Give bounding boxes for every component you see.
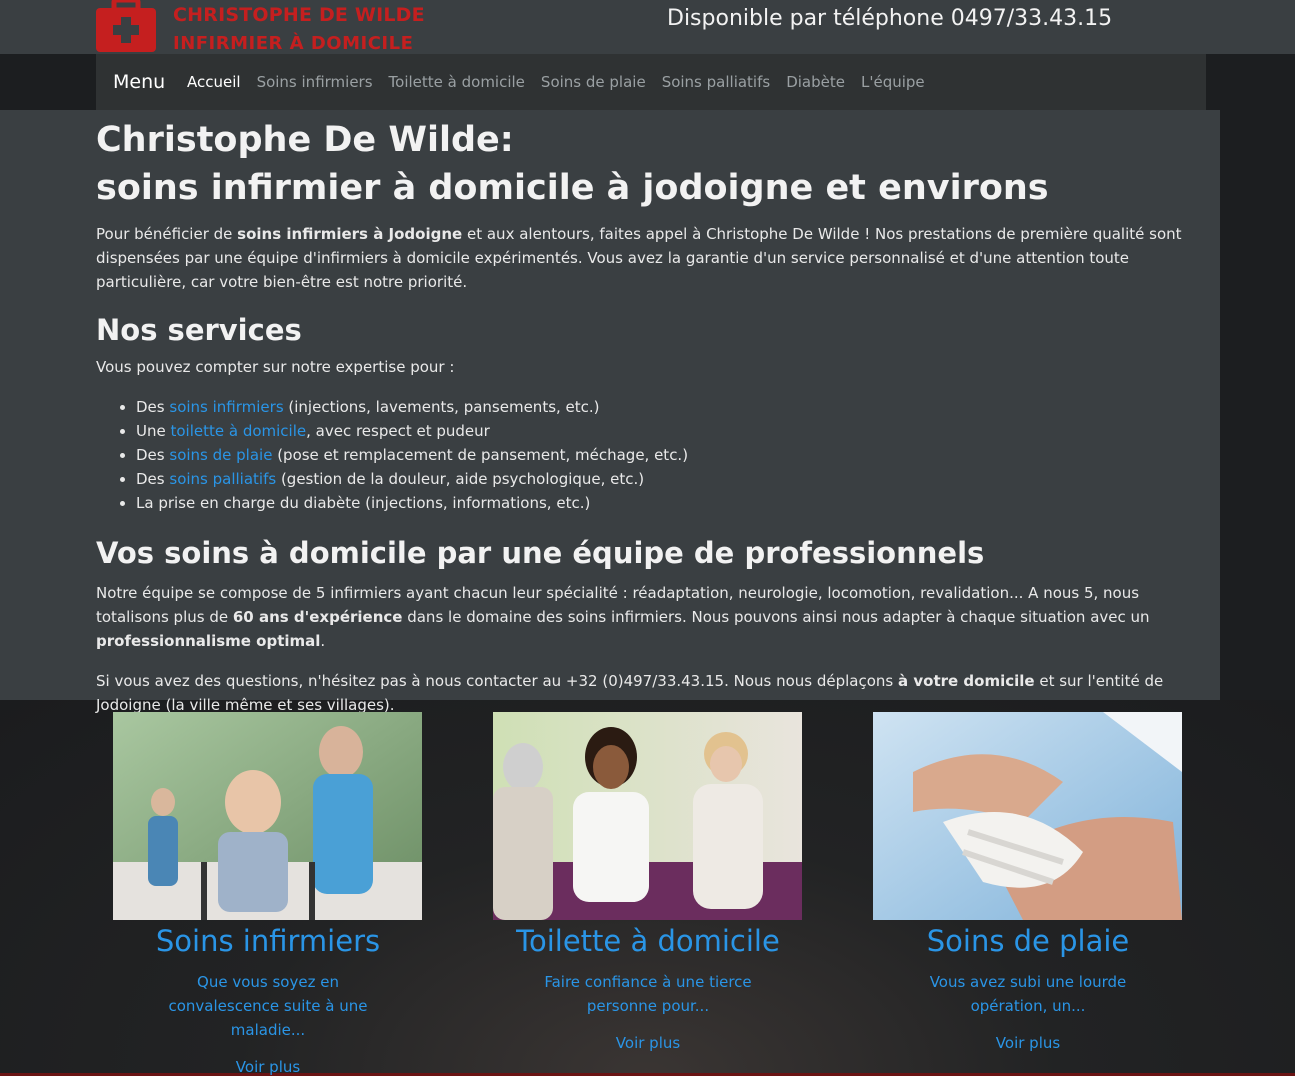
card-description: Faire confiance à une tierce personne po… [544,973,752,1015]
link-soins-palliatifs[interactable]: soins palliatifs [169,470,276,488]
services-list: Des soins infirmiers (injections, laveme… [96,395,1206,515]
main-navbar: Menu Accueil Soins infirmiers Toilette à… [96,54,1206,110]
service-card: Toilette à domicile Faire confiance à un… [493,712,803,1052]
intro-text: Pour bénéficier de [96,225,238,243]
intro-paragraph: Pour bénéficier de soins infirmiers à Jo… [96,222,1206,294]
medical-kit-icon [96,0,156,52]
list-item-text: Des [136,446,170,464]
link-toilette[interactable]: toilette à domicile [170,422,306,440]
nav-item-diabete[interactable]: Diabète [786,73,845,91]
logo-tagline: INFIRMIER À DOMICILE [173,33,414,54]
card-image-wound-care[interactable] [873,712,1182,920]
services-heading: Nos services [96,313,302,347]
nav-item-soins-infirmiers[interactable]: Soins infirmiers [257,73,373,91]
card-description: Vous avez subi une lourde opération, un.… [929,973,1127,1015]
list-item-text: Des [136,470,170,488]
list-item: Une toilette à domicile, avec respect et… [136,419,1206,443]
nav-item-accueil[interactable]: Accueil [187,73,241,91]
card-title[interactable]: Soins infirmiers [113,924,423,958]
card-title[interactable]: Soins de plaie [873,924,1183,958]
page-title-line2: soins infirmier à domicile à jodoigne et… [96,168,1049,208]
team-text: dans le domaine des soins infirmiers. No… [402,608,1150,626]
contact-text: Si vous avez des questions, n'hésitez pa… [96,672,899,690]
card-read-more-link[interactable]: Voir plus [873,1034,1183,1052]
contact-paragraph: Si vous avez des questions, n'hésitez pa… [96,669,1206,717]
team-paragraph: Notre équipe se compose de 5 infirmiers … [96,581,1206,653]
list-item-text: Une [136,422,171,440]
team-bold-experience: 60 ans d'expérience [232,608,403,626]
menu-toggle[interactable]: Menu [113,71,165,93]
link-soins-infirmiers[interactable]: soins infirmiers [169,398,283,416]
card-read-more-link[interactable]: Voir plus [113,1058,423,1076]
card-description: Que vous soyez en convalescence suite à … [168,973,368,1039]
list-item-text: (injections, lavements, pansements, etc.… [283,398,600,416]
nav-item-toilette[interactable]: Toilette à domicile [389,73,525,91]
main-content-panel: Christophe De Wilde: soins infirmier à d… [0,110,1220,714]
nav-links: Accueil Soins infirmiers Toilette à domi… [187,73,941,91]
service-card: Soins de plaie Vous avez subi une lourde… [873,712,1183,1052]
list-item-text: La prise en charge du diabète (injection… [136,494,591,512]
card-title[interactable]: Toilette à domicile [493,924,803,958]
list-item: Des soins de plaie (pose et remplacement… [136,443,1206,467]
nav-item-soins-de-plaie[interactable]: Soins de plaie [541,73,646,91]
card-read-more-link[interactable]: Voir plus [493,1034,803,1052]
list-item: Des soins infirmiers (injections, laveme… [136,395,1206,419]
list-item-text: , avec respect et pudeur [306,422,490,440]
link-soins-de-plaie[interactable]: soins de plaie [169,446,272,464]
team-bold-professionalism: professionnalisme optimal [96,632,321,650]
page-title: Christophe De Wilde: soins infirmier à d… [96,116,1206,212]
card-image-nursing[interactable] [113,712,422,920]
list-item: La prise en charge du diabète (injection… [136,491,1206,515]
nav-item-equipe[interactable]: L'équipe [861,73,925,91]
list-item-text: Des [136,398,170,416]
list-item: Des soins palliatifs (gestion de la doul… [136,467,1206,491]
contact-bold: à votre domicile [898,672,1035,690]
top-header: CHRISTOPHE DE WILDE INFIRMIER À DOMICILE… [0,0,1295,54]
card-image-toilette[interactable] [493,712,802,920]
logo-name: CHRISTOPHE DE WILDE [173,4,425,26]
team-heading: Vos soins à domicile par une équipe de p… [96,536,985,570]
service-card: Soins infirmiers Que vous soyez en conva… [113,712,423,1076]
team-text: . [320,632,326,650]
services-intro: Vous pouvez compter sur notre expertise … [96,358,455,376]
list-item-text: (pose et remplacement de pansement, méch… [272,446,689,464]
list-item-text: (gestion de la douleur, aide psychologiq… [276,470,645,488]
nav-item-soins-palliatifs[interactable]: Soins palliatifs [662,73,771,91]
intro-bold: soins infirmiers à Jodoigne [237,225,463,243]
site-logo[interactable]: CHRISTOPHE DE WILDE INFIRMIER À DOMICILE [96,0,436,54]
phone-contact[interactable]: Disponible par téléphone 0497/33.43.15 [667,6,1112,31]
page-title-line1: Christophe De Wilde: [96,120,514,160]
